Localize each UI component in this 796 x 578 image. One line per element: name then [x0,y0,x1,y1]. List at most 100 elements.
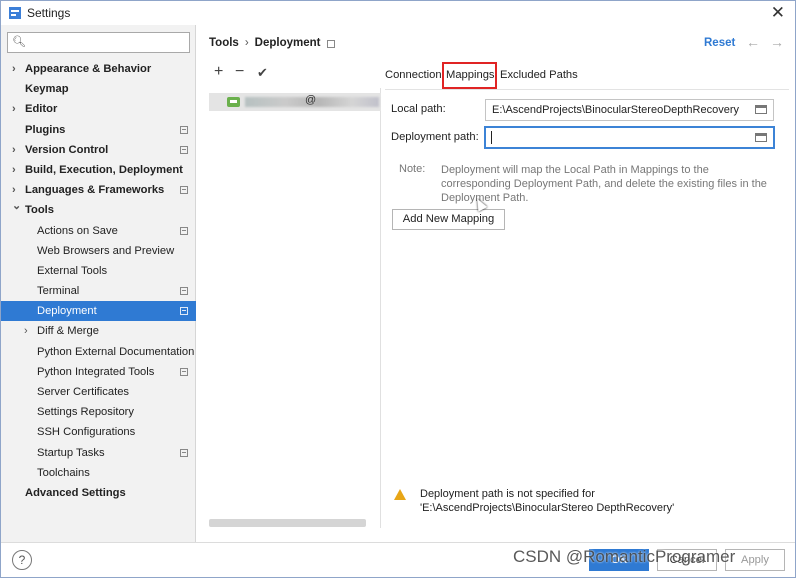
tab-divider [385,89,789,90]
sidebar-item-label: Advanced Settings [25,486,126,499]
sidebar-item[interactable]: Toolchains [1,463,196,483]
sidebar-item-label: External Tools [37,264,108,277]
sidebar-item-label: Terminal [37,285,80,298]
sidebar-item[interactable]: External Tools [1,261,196,281]
remove-server-button[interactable]: − [235,63,244,81]
sidebar-item[interactable]: Server Certificates [1,382,196,402]
sidebar-item-label: Actions on Save [37,224,118,237]
sidebar-item-label: Python External Documentation [37,345,195,358]
sidebar-item-label: Server Certificates [37,386,130,398]
local-path-value: E:\AscendProjects\BinocularStereoDepthRe… [492,104,740,116]
forward-arrow-icon[interactable]: → [770,34,784,50]
sidebar-item-label: Startup Tasks [37,446,105,459]
note-text: Deployment will map the Local Path in Ma… [441,164,767,204]
chevron-right-icon[interactable]: › [12,160,16,180]
sidebar-item[interactable]: Plugins [1,120,196,140]
sidebar-item[interactable]: Settings Repository [1,402,196,422]
breadcrumb-separator: › [244,37,249,49]
sidebar-item[interactable]: ⌄ Tools [1,200,196,220]
sidebar-item[interactable]: › Build, Execution, Deployment [1,160,196,180]
back-arrow-icon[interactable]: ← [746,34,760,50]
sidebar-item-label: Plugins [25,123,66,136]
server-at-sign: @ [305,94,317,106]
warning-icon [394,489,406,500]
reset-link[interactable]: Reset [704,37,735,49]
title-bar: Settings ✕ [1,1,795,25]
mappings-highlight-box [442,62,497,89]
sidebar-item[interactable]: › Version Control [1,140,196,160]
chevron-right-icon[interactable]: › [12,59,16,79]
set-default-server-button[interactable]: ✔ [257,65,268,81]
settings-nav: › Appearance & Behavior Keymap › Editor Plugi… [1,59,196,503]
project-scope-icon [180,226,188,235]
sidebar-item-label: Build, Execution, Deployment [25,163,183,176]
app-icon [9,7,21,19]
sidebar-item-label: SSH Configurations [37,426,136,439]
project-scope-icon [180,125,188,134]
sidebar-item-label: Languages & Frameworks [25,184,165,197]
project-scope-icon [327,40,335,48]
help-button[interactable]: ? [12,550,32,570]
project-scope-icon [180,145,188,154]
note-label: Note: [399,163,426,175]
warning-message: Deployment path is not specified for 'E:… [420,488,675,514]
deployment-path-label: Deployment path: [391,131,479,143]
deployment-path-field[interactable] [484,126,775,149]
close-icon[interactable]: ✕ [771,3,785,23]
server-list: @ [209,88,381,528]
sidebar-item-label: Tools [25,204,55,217]
sidebar-item[interactable]: › Appearance & Behavior [1,59,196,79]
folder-icon[interactable] [755,133,767,142]
chevron-right-icon[interactable]: › [12,99,16,119]
add-server-button[interactable]: + [214,63,223,81]
sidebar-item-label: Diff & Merge [37,325,99,338]
local-path-field[interactable]: E:\AscendProjects\BinocularStereoDepthRe… [485,99,774,121]
search-icon: 🔍︎ [12,36,26,48]
folder-icon[interactable] [755,105,767,114]
watermark: CSDN @RomanticProgramer [513,547,736,566]
settings-window: Settings ✕ 🔍︎ › Appearance & Behavior Keym… [0,0,796,578]
sidebar-item[interactable]: Web Browsers and Preview [1,241,196,261]
settings-sidebar: 🔍︎ › Appearance & Behavior Keymap › Editor Pl… [1,25,196,542]
sidebar-item[interactable]: Advanced Settings [1,483,196,503]
server-list-item[interactable]: @ [209,93,381,111]
search-input[interactable]: 🔍︎ [7,32,190,53]
sidebar-item-label: Web Browsers and Preview [37,244,175,257]
project-scope-icon [180,367,188,376]
breadcrumb-parent[interactable]: Tools [209,37,239,49]
sidebar-item-label: Version Control [25,143,109,156]
sidebar-item[interactable]: › Editor [1,99,196,119]
add-new-mapping-button[interactable]: Add New Mapping [392,209,505,230]
tab-connection[interactable]: Connection [385,69,442,81]
sftp-icon [227,97,240,107]
sidebar-item[interactable]: Actions on Save [1,221,196,241]
sidebar-item[interactable]: › Languages & Frameworks [1,180,196,200]
window-title: Settings [27,6,71,20]
sidebar-item[interactable]: Python Integrated Tools [1,362,196,382]
sidebar-item[interactable]: Startup Tasks [1,443,196,463]
sidebar-item[interactable]: › Diff & Merge [1,321,196,341]
project-scope-icon [180,307,188,316]
sidebar-item-label: Keymap [25,83,69,96]
sidebar-item[interactable]: Python External Documentation [1,342,196,362]
sidebar-item-label: Appearance & Behavior [25,63,152,75]
sidebar-item-label: Toolchains [37,466,90,479]
chevron-right-icon[interactable]: › [24,321,28,341]
sidebar-item[interactable]: Deployment [1,301,196,322]
sidebar-item-label: Settings Repository [37,406,135,419]
local-path-label: Local path: [391,103,446,115]
project-scope-icon [180,287,188,296]
sidebar-item-label: Python Integrated Tools [37,365,155,378]
tab-excluded-paths[interactable]: Excluded Paths [500,69,578,81]
sidebar-item-label: Editor [25,103,58,116]
sidebar-item[interactable]: Terminal [1,281,196,301]
project-scope-icon [180,448,188,457]
horizontal-scrollbar[interactable] [209,519,366,527]
chevron-down-icon[interactable]: ⌄ [12,196,21,216]
project-scope-icon [180,186,188,195]
breadcrumb: Tools › Deployment [209,37,320,49]
sidebar-item[interactable]: Keymap [1,79,196,99]
breadcrumb-current: Deployment [254,37,321,49]
chevron-right-icon[interactable]: › [12,140,16,160]
sidebar-item[interactable]: SSH Configurations [1,422,196,442]
